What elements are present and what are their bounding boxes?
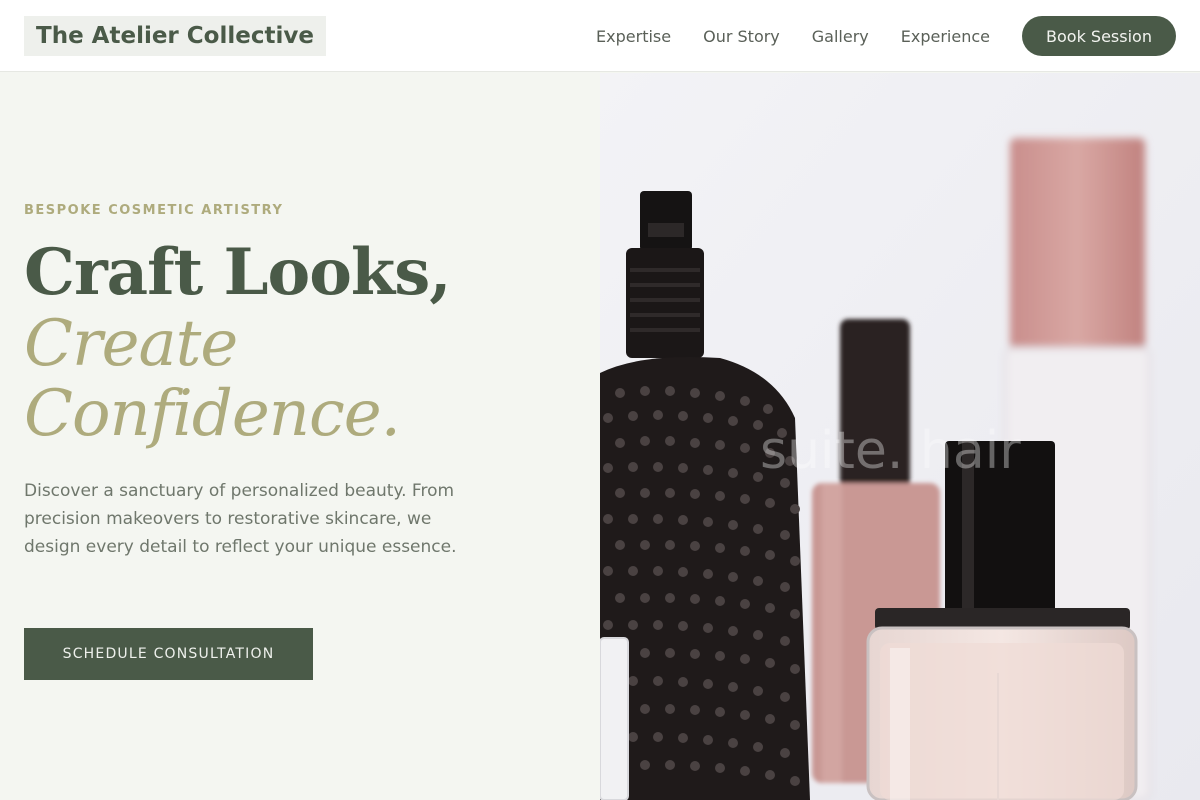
perfume-bottles-illustration: suite. hair xyxy=(600,73,1200,800)
hero-text-panel: BESPOKE COSMETIC ARTISTRY Craft Looks, C… xyxy=(0,73,600,800)
book-session-button[interactable]: Book Session xyxy=(1022,16,1176,56)
hero-headline-emphasis: Create Confidence. xyxy=(24,309,584,449)
image-watermark: suite. hair xyxy=(760,421,1021,481)
nav-link-expertise[interactable]: Expertise xyxy=(596,27,671,46)
hero-eyebrow: BESPOKE COSMETIC ARTISTRY xyxy=(24,203,284,218)
main-nav: Expertise Our Story Gallery Experience xyxy=(596,0,990,72)
hero-headline-emphasis-line-1: Create xyxy=(24,307,238,381)
schedule-consultation-button[interactable]: SCHEDULE CONSULTATION xyxy=(24,628,313,680)
hero-product-image: suite. hair xyxy=(600,73,1200,800)
hero-headline-emphasis-line-2: Confidence. xyxy=(24,377,401,451)
hero-headline: Craft Looks, xyxy=(24,235,452,310)
nav-link-gallery[interactable]: Gallery xyxy=(812,27,869,46)
hero-description: Discover a sanctuary of personalized bea… xyxy=(24,481,457,557)
site-header: The Atelier Collective Expertise Our Sto… xyxy=(0,0,1200,72)
small-glass-bottle xyxy=(600,637,629,800)
nav-link-our-story[interactable]: Our Story xyxy=(703,27,780,46)
brand-logo[interactable]: The Atelier Collective xyxy=(24,16,326,56)
nav-link-experience[interactable]: Experience xyxy=(901,27,990,46)
